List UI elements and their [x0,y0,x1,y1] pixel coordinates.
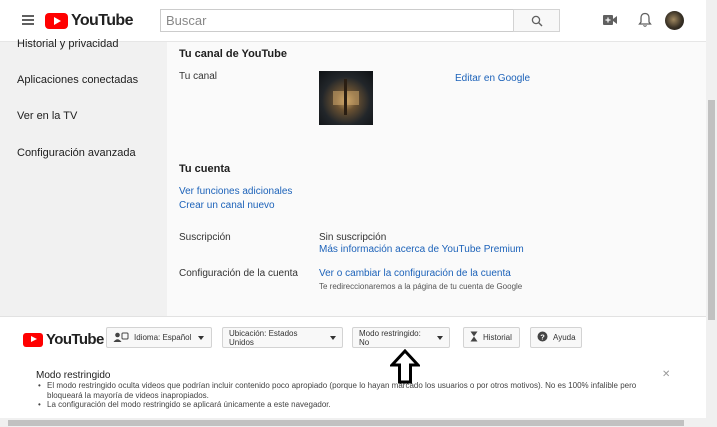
additional-features-link[interactable]: Ver funciones adicionales [179,186,292,197]
restricted-mode-bullet: El modo restringido oculta videos que po… [38,381,668,400]
language-icon [113,332,129,344]
hourglass-icon [470,331,478,344]
channel-thumbnail[interactable] [319,71,373,125]
edit-in-google-link[interactable]: Editar en Google [455,73,530,84]
notifications-bell-icon[interactable] [638,12,652,28]
restricted-mode-bullet: La configuración del modo restringido se… [38,400,668,410]
account-settings-link[interactable]: Ver o cambiar la configuración de la cue… [319,268,511,279]
footer-play-logo-icon [23,332,43,347]
svg-text:?: ? [540,332,545,341]
sidebar-item-history-privacy[interactable]: Historial y privacidad [17,38,118,50]
play-logo-icon [45,13,68,29]
account-section-title: Tu cuenta [179,163,231,175]
create-video-icon[interactable] [602,13,618,27]
chevron-down-icon [437,335,443,340]
search-button[interactable] [513,9,560,32]
sidebar-item-advanced-settings[interactable]: Configuración avanzada [17,147,136,159]
help-button[interactable]: ? Ayuda [530,327,582,348]
menu-icon[interactable] [22,15,34,25]
language-button[interactable]: Idioma: Español [106,327,212,348]
account-settings-label: Configuración de la cuenta [179,268,298,279]
close-icon[interactable]: ✕ [662,369,670,380]
subscription-value: Sin suscripción [319,232,387,243]
footer-logo-text: YouTube [46,331,104,348]
footer-youtube-logo[interactable]: YouTube [23,331,104,348]
restricted-mode-button-label: Modo restringido: No [359,328,421,347]
channel-section-title: Tu canal de YouTube [179,48,287,60]
search-input[interactable]: Buscar [160,9,513,32]
your-channel-label: Tu canal [179,71,217,82]
chevron-down-icon [330,335,336,340]
arrow-up-annotation-icon [390,349,420,384]
create-channel-link[interactable]: Crear un canal nuevo [179,200,275,211]
logo-text: YouTube [71,12,133,29]
search-icon [531,15,543,27]
premium-info-link[interactable]: Más información acerca de YouTube Premiu… [319,244,524,255]
help-icon: ? [537,331,548,344]
language-button-label: Idioma: Español [134,333,192,342]
help-button-label: Ayuda [553,333,576,342]
subscription-label: Suscripción [179,232,231,243]
sidebar-item-connected-apps[interactable]: Aplicaciones conectadas [17,74,138,86]
restricted-mode-button[interactable]: Modo restringido: No [352,327,450,348]
user-avatar[interactable] [665,11,684,30]
history-button[interactable]: Historial [463,327,520,348]
location-button-label: Ubicación: Estados Unidos [229,328,298,347]
chevron-down-icon [198,335,205,340]
vertical-scrollbar-thumb[interactable] [708,100,715,320]
sidebar-item-watch-on-tv[interactable]: Ver en la TV [17,110,77,122]
youtube-logo[interactable]: YouTube [45,12,133,30]
horizontal-scrollbar-thumb[interactable] [8,420,684,426]
restricted-mode-info: El modo restringido oculta videos que po… [38,381,668,410]
restricted-mode-title: Modo restringido [36,370,111,381]
redirect-note: Te redireccionaremos a la página de tu c… [319,282,523,291]
history-button-label: Historial [483,333,512,342]
location-button[interactable]: Ubicación: Estados Unidos [222,327,343,348]
